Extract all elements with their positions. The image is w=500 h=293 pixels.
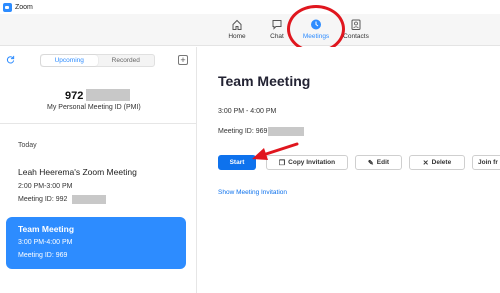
annotation-arrow — [252, 142, 299, 160]
